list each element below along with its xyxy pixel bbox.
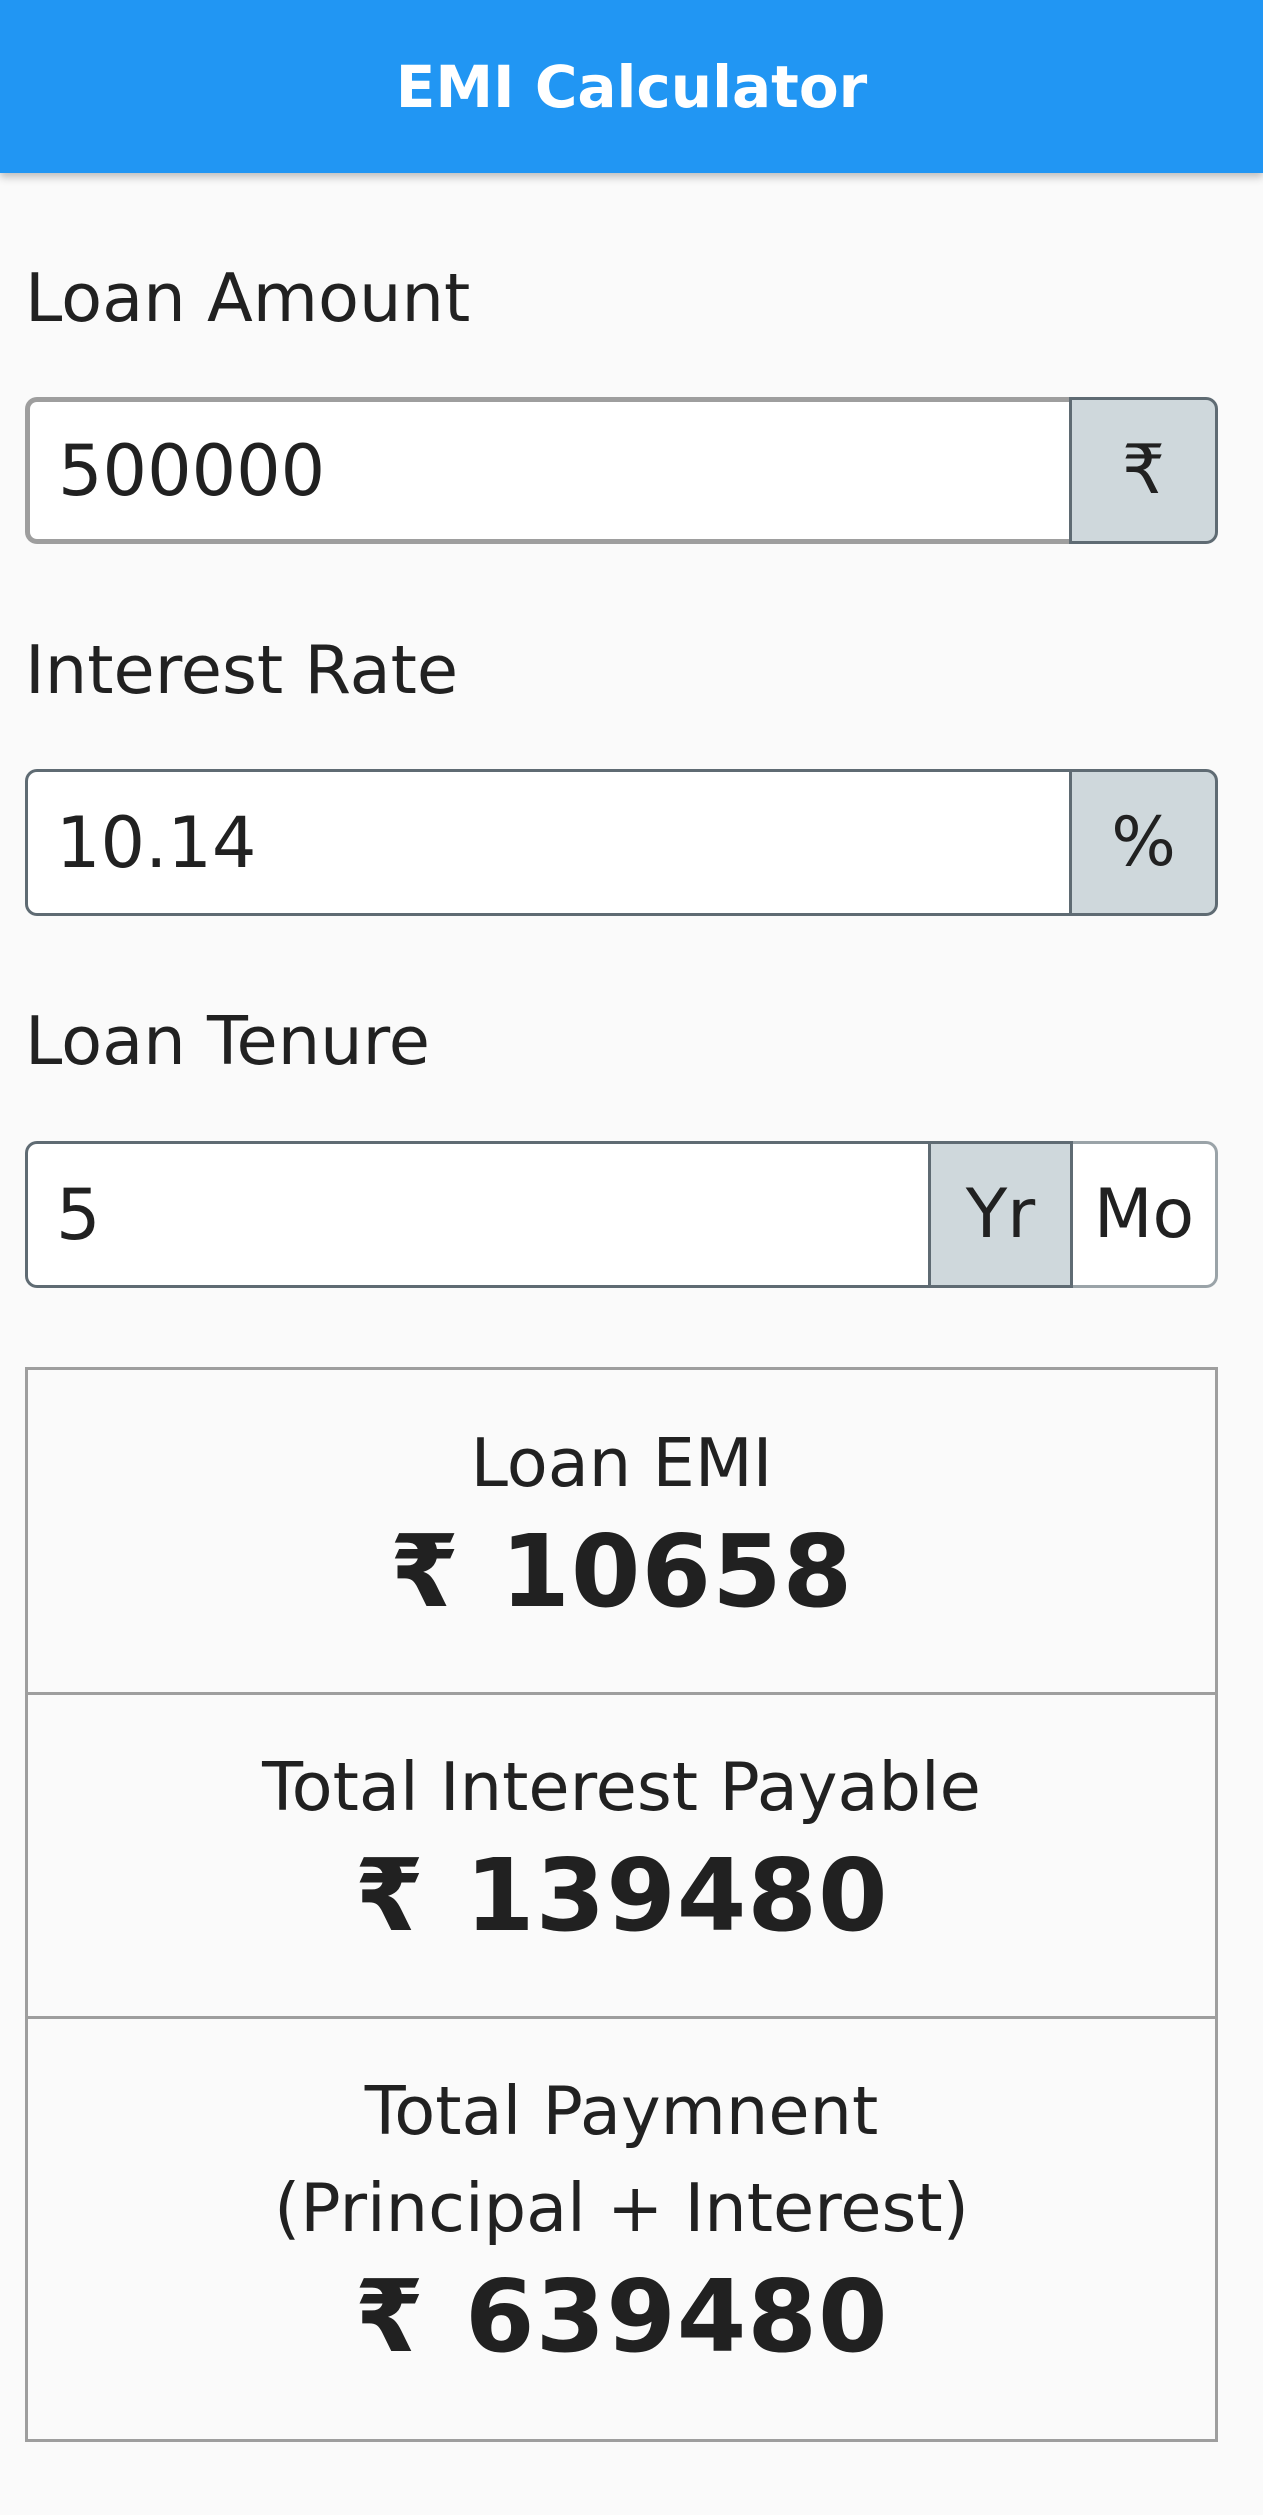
- loan-tenure-input[interactable]: [25, 1141, 928, 1288]
- total-interest-label: Total Interest Payable: [262, 1748, 981, 1826]
- rupee-icon: ₹: [354, 2258, 426, 2376]
- total-payment-value-row: ₹639480: [28, 2257, 1215, 2377]
- total-payment-value: 639480: [465, 2258, 889, 2376]
- total-interest-value: 139480: [465, 1837, 889, 1955]
- emi-label: Loan EMI: [470, 1424, 773, 1502]
- loan-tenure-label: Loan Tenure: [25, 1002, 430, 1080]
- rupee-icon: ₹: [354, 1837, 426, 1955]
- interest-rate-label: Interest Rate: [25, 631, 459, 709]
- loan-amount-input[interactable]: [25, 397, 1069, 544]
- loan-amount-group: ₹: [25, 397, 1218, 544]
- emi-result: Loan EMI ₹10658: [28, 1415, 1215, 1632]
- app-title: EMI Calculator: [395, 52, 868, 121]
- loan-amount-label: Loan Amount: [25, 259, 471, 337]
- emi-value-row: ₹10658: [28, 1512, 1215, 1632]
- emi-value: 10658: [500, 1513, 854, 1631]
- results-panel: Loan EMI ₹10658 Total Interest Payable ₹…: [25, 1367, 1218, 2442]
- result-divider: [28, 2016, 1215, 2019]
- rupee-icon: ₹: [389, 1513, 461, 1631]
- total-interest-result: Total Interest Payable ₹139480: [28, 1739, 1215, 1956]
- percent-addon: %: [1069, 769, 1218, 916]
- total-payment-result: Total Paymnent (Principal + Interest) ₹6…: [28, 2063, 1215, 2377]
- interest-rate-input[interactable]: [25, 769, 1069, 916]
- total-payment-label: Total Paymnent: [364, 2072, 879, 2150]
- total-interest-value-row: ₹139480: [28, 1836, 1215, 1956]
- total-payment-sublabel: (Principal + Interest): [274, 2169, 969, 2248]
- tenure-month-toggle[interactable]: Mo: [1073, 1141, 1218, 1288]
- rupee-addon: ₹: [1069, 397, 1218, 544]
- tenure-year-toggle[interactable]: Yr: [928, 1141, 1074, 1288]
- loan-tenure-group: Yr Mo: [25, 1141, 1218, 1288]
- result-divider: [28, 1692, 1215, 1695]
- app-bar: EMI Calculator: [0, 0, 1263, 173]
- interest-rate-group: %: [25, 769, 1218, 916]
